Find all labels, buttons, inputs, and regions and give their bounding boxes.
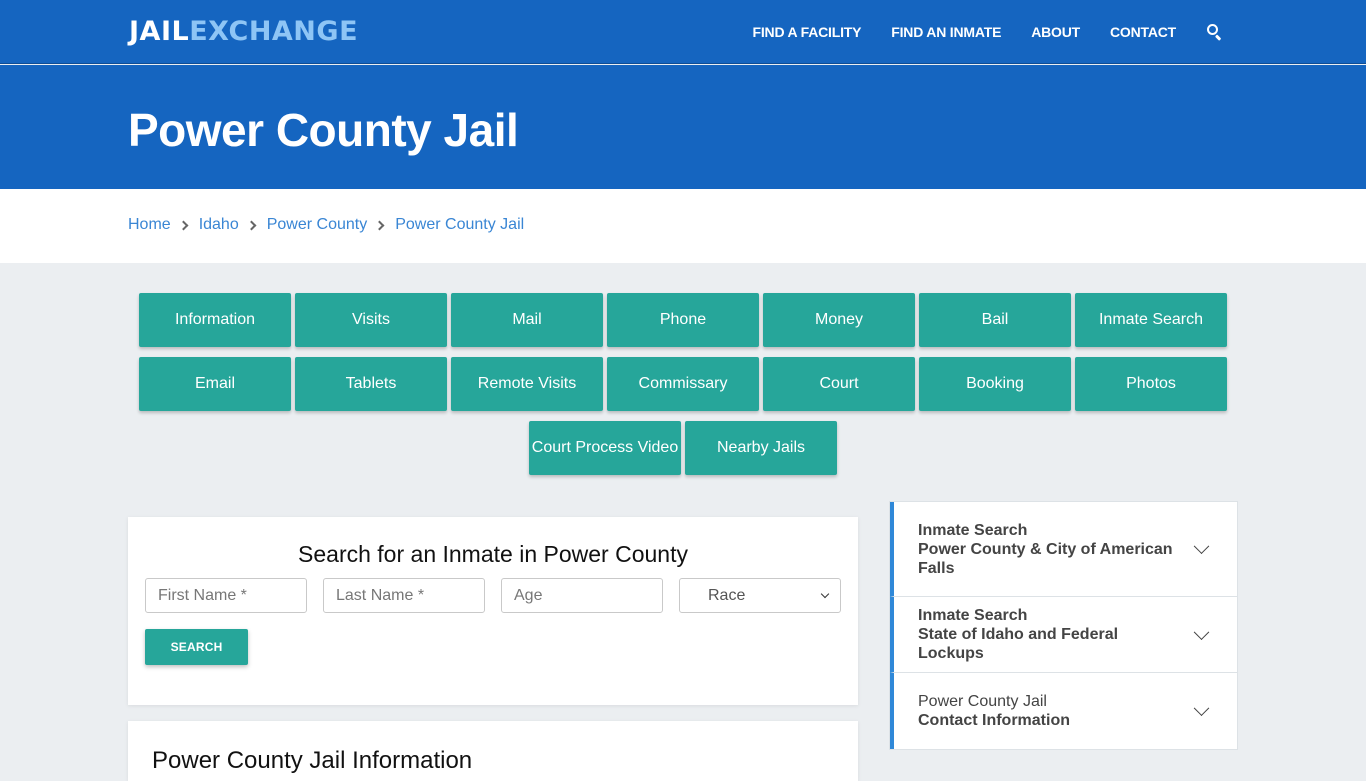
chevron-down-icon xyxy=(1193,700,1210,717)
search-button[interactable]: SEARCH xyxy=(145,629,248,665)
sidebar-accordion: Inmate Search Power County & City of Ame… xyxy=(889,501,1238,750)
breadcrumb-home[interactable]: Home xyxy=(128,216,171,234)
nav-find-inmate[interactable]: FIND AN INMATE xyxy=(891,24,1001,40)
page-title: Power County Jail xyxy=(128,104,519,156)
breadcrumb-power-county-jail[interactable]: Power County Jail xyxy=(395,216,524,234)
logo-jail: JAIL xyxy=(129,16,190,47)
nav-contact[interactable]: CONTACT xyxy=(1110,24,1176,40)
search-title: Search for an Inmate in Power County xyxy=(298,541,688,567)
accordion-line1: Inmate Search xyxy=(918,521,1028,539)
accordion-line2: State of Idaho and Federal Lockups xyxy=(918,626,1119,662)
chevron-down-icon xyxy=(820,589,830,599)
chevron-right-icon xyxy=(374,220,385,230)
accordion-line2: Power County & City of American Falls xyxy=(918,540,1173,577)
breadcrumb: Home Idaho Power County Power County Jai… xyxy=(128,216,524,234)
chevron-down-icon xyxy=(1193,538,1210,555)
accordion-line1: Inmate Search xyxy=(918,607,1028,624)
tile-phone[interactable]: Phone xyxy=(607,293,759,347)
site-logo[interactable]: JAILEXCHANGE xyxy=(129,16,358,47)
tile-remote-visits[interactable]: Remote Visits xyxy=(451,357,603,411)
tile-photos[interactable]: Photos xyxy=(1075,357,1227,411)
tile-visits[interactable]: Visits xyxy=(295,293,447,347)
top-navbar: JAILEXCHANGE FIND A FACILITY FIND AN INM… xyxy=(0,0,1366,64)
accordion-line1: Power County Jail xyxy=(918,693,1047,710)
tile-court-process-video[interactable]: Court Process Video xyxy=(529,421,681,475)
tile-tablets[interactable]: Tablets xyxy=(295,357,447,411)
breadcrumb-idaho[interactable]: Idaho xyxy=(199,216,239,234)
tile-booking[interactable]: Booking xyxy=(919,357,1071,411)
nav-about[interactable]: ABOUT xyxy=(1031,24,1080,40)
last-name-input[interactable] xyxy=(323,578,485,613)
tile-nearby-jails[interactable]: Nearby Jails xyxy=(685,421,837,475)
accordion-inmate-search-state[interactable]: Inmate Search State of Idaho and Federal… xyxy=(890,597,1237,673)
accordion-inmate-search-county[interactable]: Inmate Search Power County & City of Ame… xyxy=(890,502,1237,597)
jail-info-card: Power County Jail Information xyxy=(128,721,858,781)
tile-information[interactable]: Information xyxy=(139,293,291,347)
tile-mail[interactable]: Mail xyxy=(451,293,603,347)
tile-court[interactable]: Court xyxy=(763,357,915,411)
tile-money[interactable]: Money xyxy=(763,293,915,347)
tile-inmate-search[interactable]: Inmate Search xyxy=(1075,293,1227,347)
age-input[interactable] xyxy=(501,578,663,613)
chevron-down-icon xyxy=(1193,623,1210,640)
info-title: Power County Jail Information xyxy=(152,747,473,774)
tile-commissary[interactable]: Commissary xyxy=(607,357,759,411)
chevron-right-icon xyxy=(178,220,189,230)
race-select[interactable]: Race xyxy=(679,578,841,613)
accordion-contact-info[interactable]: Power County Jail Contact Information xyxy=(890,673,1237,749)
first-name-input[interactable] xyxy=(145,578,307,613)
inmate-search-card: Search for an Inmate in Power County Rac… xyxy=(128,517,858,705)
accordion-line2: Contact Information xyxy=(918,712,1070,729)
main-nav: FIND A FACILITY FIND AN INMATE ABOUT CON… xyxy=(723,0,1224,64)
chevron-right-icon xyxy=(246,220,257,230)
facility-button-grid: Information Visits Mail Phone Money Bail… xyxy=(137,293,1229,475)
tile-email[interactable]: Email xyxy=(139,357,291,411)
hero-banner: Power County Jail xyxy=(0,65,1366,189)
nav-find-facility[interactable]: FIND A FACILITY xyxy=(753,24,862,40)
breadcrumb-bar: Home Idaho Power County Power County Jai… xyxy=(0,189,1366,263)
race-select-value: Race xyxy=(708,586,746,604)
tile-bail[interactable]: Bail xyxy=(919,293,1071,347)
breadcrumb-power-county[interactable]: Power County xyxy=(267,216,368,234)
logo-exchange: EXCHANGE xyxy=(189,16,359,47)
search-icon[interactable] xyxy=(1206,23,1224,41)
